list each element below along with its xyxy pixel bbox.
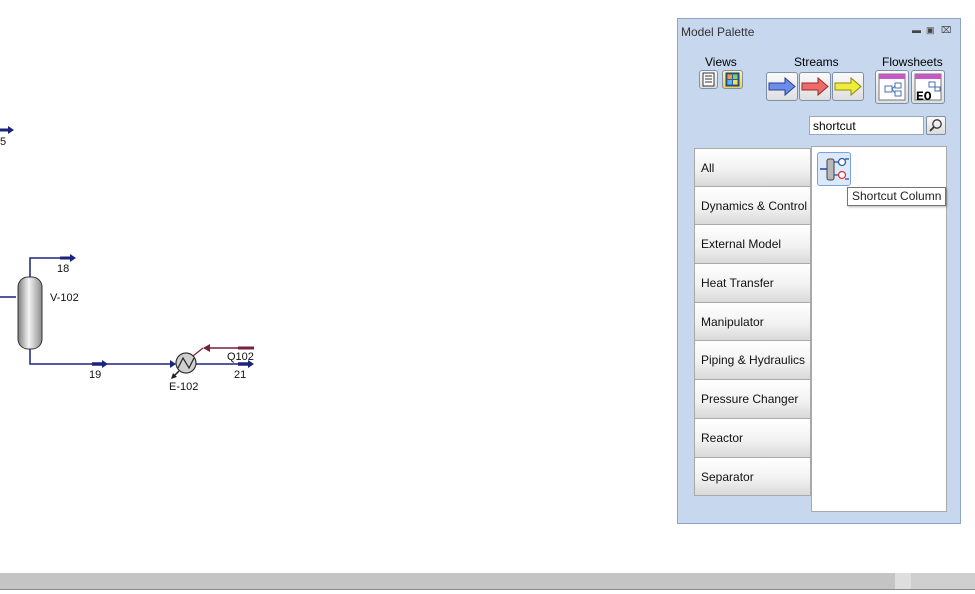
sub-flowsheet-icon [878, 73, 906, 101]
scrollbar-thumb[interactable] [895, 573, 911, 589]
streams-group-label: Streams [794, 55, 839, 69]
category-reactor[interactable]: Reactor [694, 418, 811, 458]
energy-stream-icon [801, 76, 829, 97]
search-button[interactable] [926, 116, 946, 135]
exchanger-label: E-102 [169, 381, 198, 393]
logical-stream-icon [834, 76, 862, 97]
flowsheets-group-label: Flowsheets [882, 55, 943, 69]
category-list: All Dynamics & Control External Model He… [694, 148, 811, 497]
stream-19[interactable] [29, 349, 176, 368]
category-heat-transfer[interactable]: Heat Transfer [694, 264, 811, 303]
stream-21-label: 21 [234, 369, 246, 381]
model-tooltip: Shortcut Column [847, 187, 947, 206]
category-separator[interactable]: Separator [694, 457, 811, 497]
minimize-icon[interactable]: ▬ [912, 25, 921, 35]
palette-title: Model Palette [681, 25, 755, 39]
list-view-icon [702, 72, 715, 87]
heat-exchanger-e102[interactable] [171, 352, 197, 379]
vessel-v102[interactable] [17, 276, 43, 350]
icon-view-button[interactable] [722, 70, 743, 89]
list-view-button[interactable] [699, 70, 718, 89]
stream-5-label: 5 [0, 136, 6, 148]
sub-flowsheet-button[interactable] [875, 70, 909, 104]
vessel-label: V-102 [50, 292, 79, 304]
category-pressure-changer[interactable]: Pressure Changer [694, 380, 811, 419]
stream-5[interactable] [0, 126, 14, 134]
stream-19-label: 19 [89, 369, 101, 381]
model-palette: Model Palette ▬ ▣ ⌧ Views Streams Flowsh… [677, 18, 961, 524]
shortcut-column-icon [820, 157, 849, 181]
scrollbar-right-track[interactable] [911, 573, 975, 589]
stream-18-label: 18 [57, 263, 69, 275]
category-external-model[interactable]: External Model [694, 225, 811, 265]
shortcut-column-model[interactable] [817, 152, 851, 186]
category-all[interactable]: All [694, 148, 811, 187]
restore-icon[interactable]: ▣ [926, 25, 935, 35]
search-icon [929, 119, 942, 132]
category-manipulator[interactable]: Manipulator [694, 302, 811, 342]
material-stream-button[interactable] [766, 72, 798, 101]
category-dynamics-control[interactable]: Dynamics & Control [694, 186, 811, 226]
horizontal-scrollbar[interactable] [0, 573, 975, 589]
icon-view-icon [725, 72, 740, 87]
eo-flowsheet-icon: EO [914, 73, 942, 104]
eo-text: EO [916, 89, 932, 103]
search-input[interactable] [809, 116, 924, 135]
views-group-label: Views [705, 55, 737, 69]
results-area: Shortcut Column [811, 146, 947, 512]
bottom-divider [0, 589, 975, 590]
close-icon[interactable]: ⌧ [941, 25, 951, 35]
material-stream-icon [768, 76, 796, 97]
energy-stream-q102-label: Q102 [227, 351, 254, 363]
logical-stream-button[interactable] [832, 72, 864, 101]
category-piping-hydraulics[interactable]: Piping & Hydraulics [694, 341, 811, 381]
eo-flowsheet-button[interactable]: EO [911, 70, 945, 104]
energy-stream-button[interactable] [799, 72, 831, 101]
